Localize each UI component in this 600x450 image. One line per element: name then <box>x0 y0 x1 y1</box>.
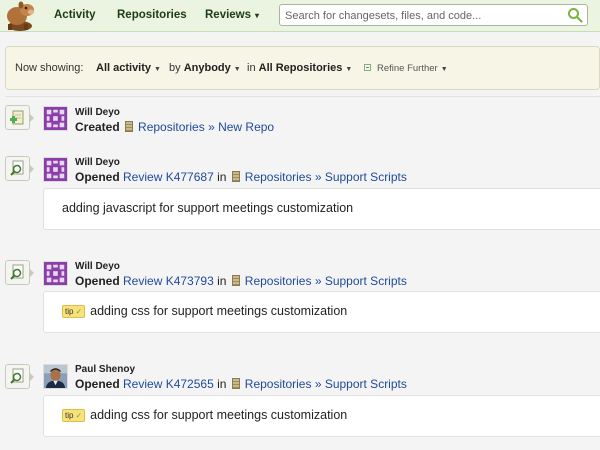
activity-filter-bar: Now showing: All activity ▼ by Anybody ▼ i… <box>5 46 600 90</box>
description-body: adding css for support meetings customiz… <box>90 408 348 422</box>
filter-repo-dropdown[interactable]: in All Repositories ▼ <box>247 62 352 74</box>
review-description: tip ✓ adding css for support meetings cust… <box>43 395 600 437</box>
repository-icon <box>231 378 240 389</box>
chevron-down-icon: ▼ <box>440 66 448 73</box>
repo-path-link[interactable]: Repositories » Support Scripts <box>245 274 407 288</box>
filter-author-dropdown[interactable]: by Anybody ▼ <box>169 62 241 74</box>
filter-in-label: in <box>247 62 256 74</box>
activity-line: Opened Review K472565 in Repositories » … <box>75 377 407 391</box>
activity-action: Opened <box>75 377 120 391</box>
repository-icon <box>231 171 240 182</box>
activity-author[interactable]: Will Deyo <box>75 261 120 272</box>
tip-label: tip <box>65 307 74 316</box>
description-text: tip ✓ adding css for support meetings cust… <box>62 304 347 318</box>
activity-action: Opened <box>75 170 120 184</box>
review-description: adding javascript for support meetings c… <box>43 188 600 230</box>
review-link[interactable]: Review K473793 <box>123 274 214 288</box>
repo-path-link[interactable]: Repositories » Support Scripts <box>245 377 407 391</box>
user-avatar-photo[interactable] <box>43 364 68 389</box>
refine-label: Refine Further <box>377 63 438 74</box>
review-link[interactable]: Review K472565 <box>123 377 214 391</box>
review-activity-icon <box>5 364 34 389</box>
activity-author[interactable]: Paul Shenoy <box>75 364 135 375</box>
in-label: in <box>217 377 227 391</box>
search-input[interactable] <box>285 8 555 23</box>
repository-icon <box>231 275 240 286</box>
filter-repo-value: All Repositories <box>258 62 343 74</box>
activity-author[interactable]: Will Deyo <box>75 107 120 118</box>
filter-by-label: by <box>169 62 181 74</box>
review-activity-icon <box>5 260 34 285</box>
user-avatar[interactable] <box>43 157 68 182</box>
activity-action: Created <box>75 120 120 134</box>
check-icon: ✓ <box>75 411 83 420</box>
create-activity-icon <box>5 105 34 130</box>
filter-author-value: Anybody <box>183 62 231 74</box>
review-description: tip ✓ adding css for support meetings cust… <box>43 291 600 333</box>
nav-activity[interactable]: Activity <box>54 9 96 21</box>
repo-path-link[interactable]: Repositories » New Repo <box>138 120 274 134</box>
activity-line: Opened Review K473793 in Repositories » … <box>75 274 407 288</box>
repo-path-link[interactable]: Repositories » Support Scripts <box>245 170 407 184</box>
nav-reviews-label: Reviews <box>205 9 252 21</box>
review-activity-icon <box>5 156 34 181</box>
expand-icon <box>364 64 371 71</box>
search-box <box>279 4 588 26</box>
nav-reviews[interactable]: Reviews ▾ <box>205 9 259 21</box>
search-icon[interactable] <box>567 7 583 23</box>
activity-line: Opened Review K477687 in Repositories » … <box>75 170 407 184</box>
in-label: in <box>217 170 227 184</box>
in-label: in <box>217 274 227 288</box>
description-text: tip ✓ adding css for support meetings cust… <box>62 408 347 422</box>
top-nav-bar: Activity Repositories Reviews ▾ <box>0 0 600 32</box>
tip-label: tip <box>65 411 74 420</box>
repository-icon <box>125 121 134 132</box>
review-link[interactable]: Review K477687 <box>123 170 214 184</box>
divider <box>5 96 600 97</box>
description-text: adding javascript for support meetings c… <box>62 201 354 215</box>
filter-prefix: Now showing: <box>15 62 84 74</box>
nav-repositories[interactable]: Repositories <box>117 9 187 21</box>
refine-further-button[interactable]: Refine Further ▼ <box>364 63 448 74</box>
kiln-logo-icon[interactable] <box>0 0 42 32</box>
tip-badge: tip ✓ <box>62 409 86 422</box>
activity-line: Created Repositories » New Repo <box>75 120 274 134</box>
activity-author[interactable]: Will Deyo <box>75 157 120 168</box>
activity-action: Opened <box>75 274 120 288</box>
filter-activity-value: All activity <box>96 62 152 74</box>
description-body: adding css for support meetings customiz… <box>90 304 348 318</box>
chevron-down-icon: ▼ <box>345 66 353 73</box>
user-avatar[interactable] <box>43 106 68 131</box>
chevron-down-icon: ▼ <box>154 66 161 73</box>
chevron-down-icon: ▼ <box>233 66 241 73</box>
chevron-down-icon: ▾ <box>255 11 260 20</box>
user-avatar[interactable] <box>43 261 68 286</box>
check-icon: ✓ <box>75 307 83 316</box>
tip-badge: tip ✓ <box>62 305 86 318</box>
filter-activity-dropdown[interactable]: All activity ▼ <box>96 62 161 74</box>
